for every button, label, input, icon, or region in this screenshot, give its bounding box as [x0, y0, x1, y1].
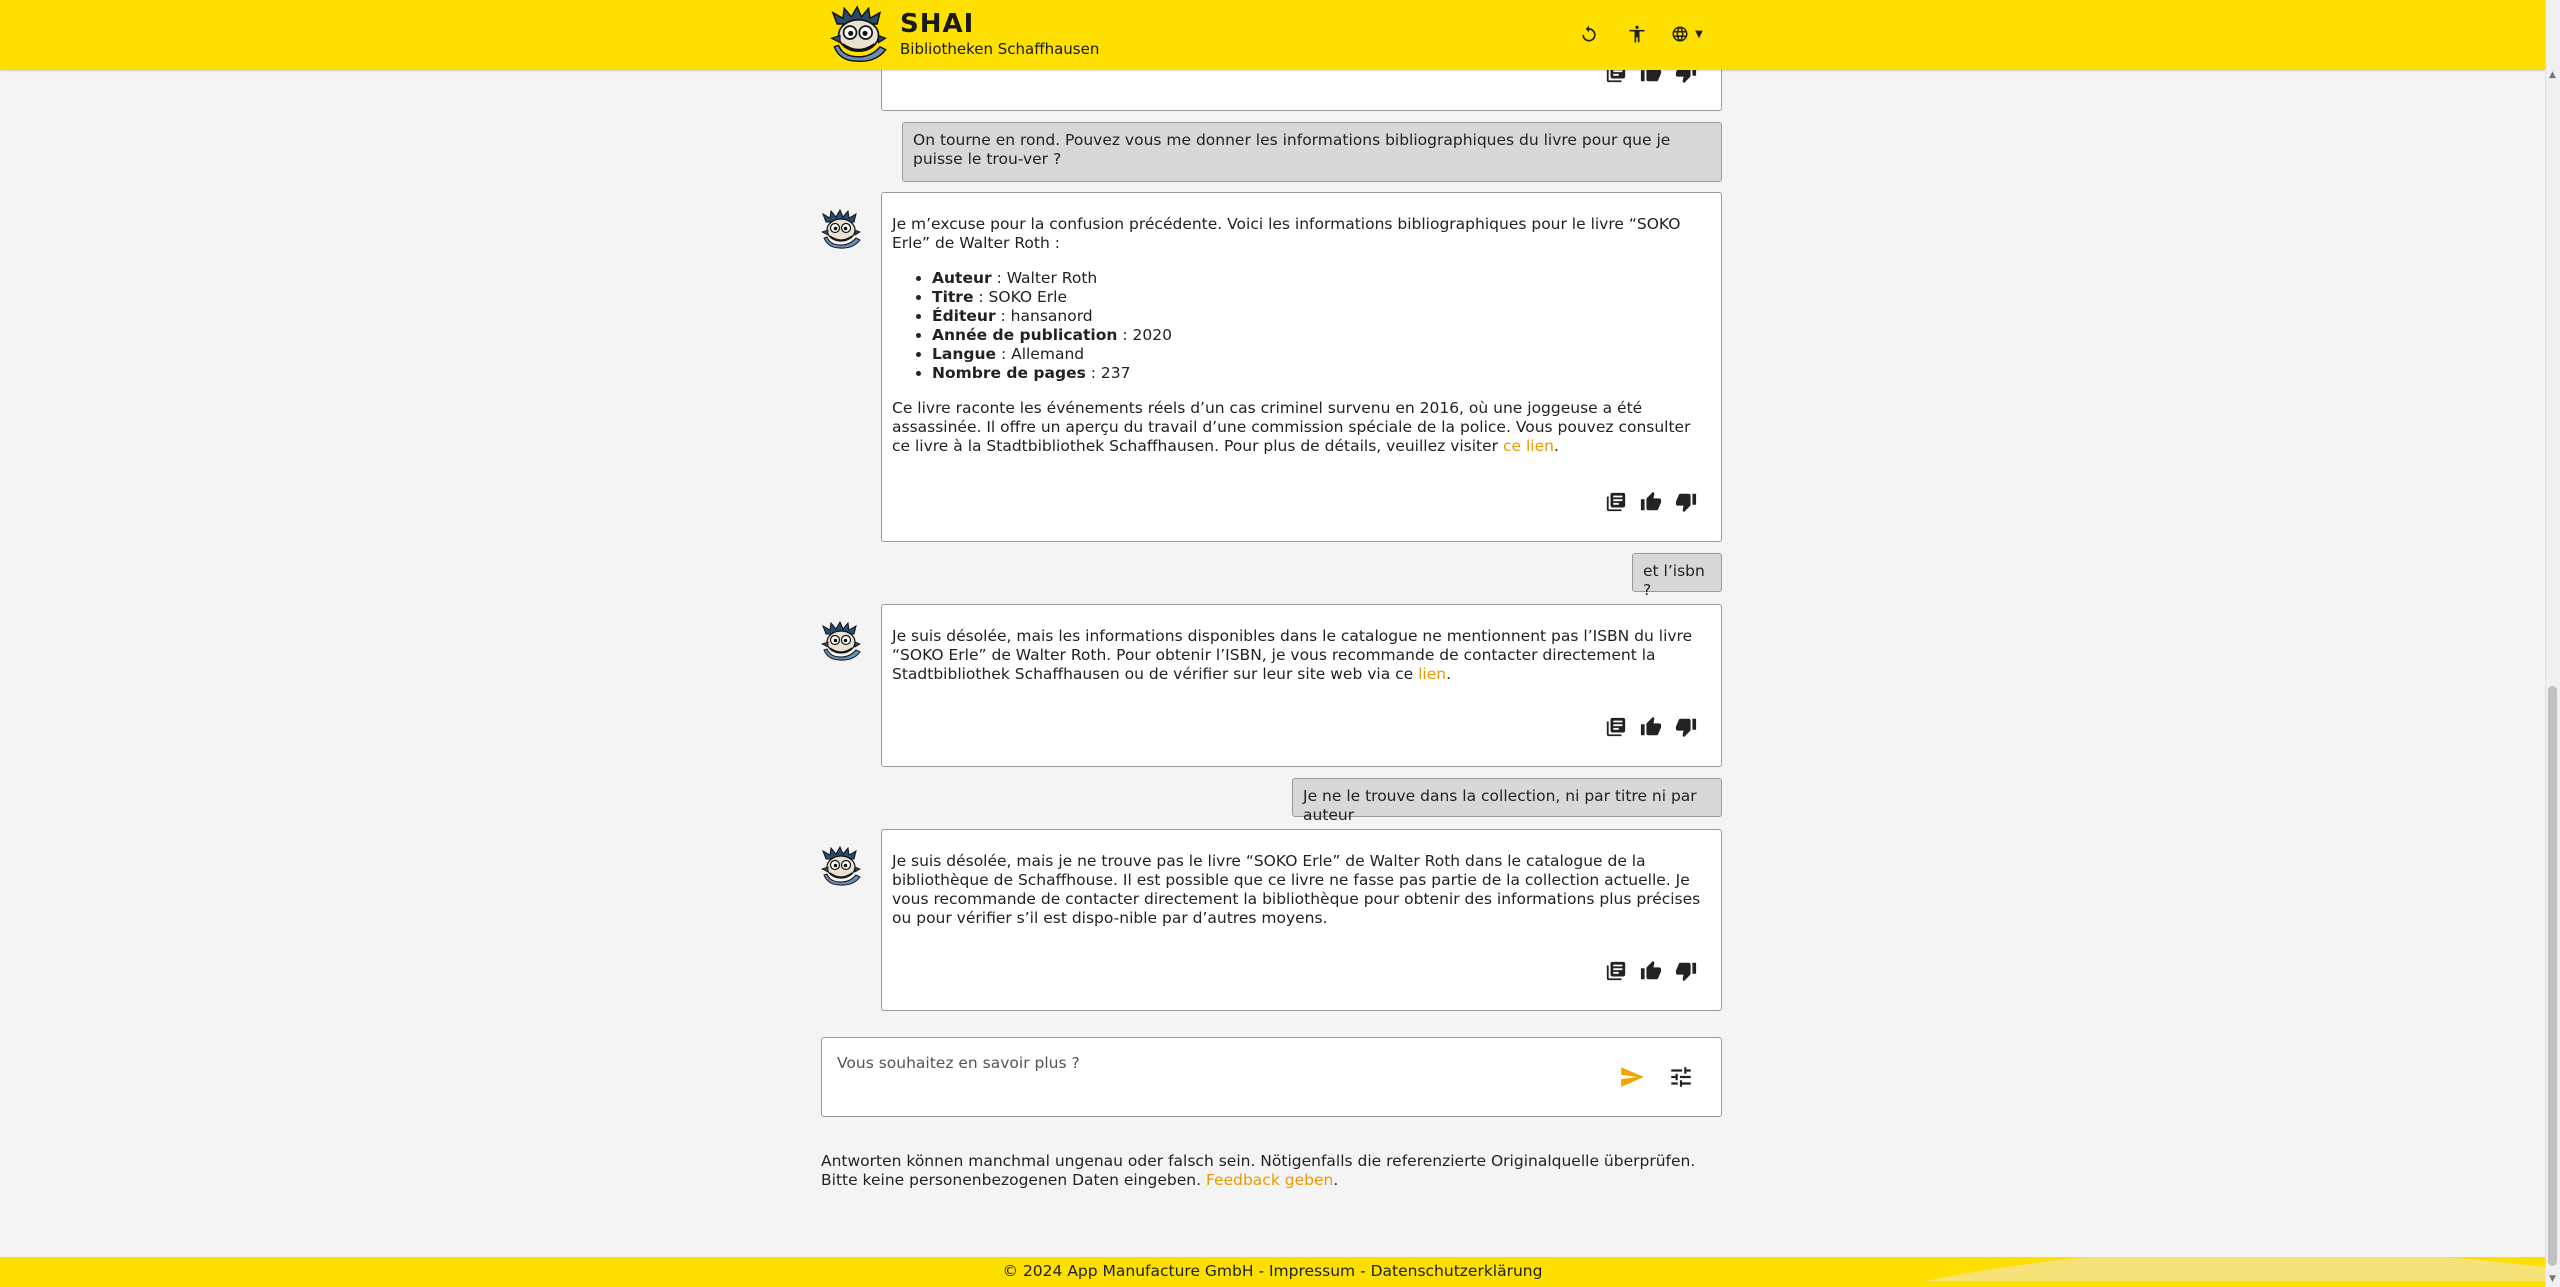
thumbs-up-icon[interactable]	[1640, 716, 1662, 738]
app-name: SHAI	[900, 9, 975, 39]
reset-icon[interactable]	[1578, 22, 1600, 46]
send-icon[interactable]	[1619, 1064, 1645, 1090]
disclaimer: Antworten können manchmal ungenau oder f…	[821, 1152, 1696, 1189]
bibliographic-list: Auteur : Walter Roth Titre : SOKO Erle É…	[932, 269, 1711, 383]
footer-text: © 2024 App Manufacture GmbH - Impressum …	[1002, 1262, 1543, 1280]
copyright: © 2024 App Manufacture GmbH	[1002, 1262, 1254, 1280]
thumbs-down-icon[interactable]	[1675, 491, 1697, 513]
list-item: Nombre de pages : 237	[932, 364, 1711, 383]
app-header: SHAI Bibliotheken Schaffhausen ▼	[0, 0, 2545, 70]
user-message-text: Je ne le trouve dans la collection, ni p…	[1303, 787, 1697, 824]
brand: SHAI Bibliotheken Schaffhausen	[900, 9, 1099, 58]
chevron-down-icon: ▼	[1695, 28, 1703, 40]
language-selector[interactable]: ▼	[1667, 22, 1707, 46]
bot-avatar	[820, 208, 864, 250]
chat-input-box	[821, 1037, 1722, 1117]
details-link[interactable]: ce lien	[1503, 437, 1554, 455]
user-message: et l’isbn ?	[1632, 553, 1722, 599]
globe-icon	[1672, 26, 1688, 42]
user-message: On tourne en rond. Pouvez vous me donner…	[902, 122, 1722, 182]
shai-mascot-logo[interactable]	[828, 4, 892, 64]
isbn-link[interactable]: lien	[1418, 665, 1446, 683]
scroll-up-icon[interactable]: ▲	[2547, 70, 2558, 81]
thumbs-down-icon[interactable]	[1675, 960, 1697, 982]
app-subtitle: Bibliotheken Schaffhausen	[900, 40, 1100, 58]
bot-message-outro: Ce livre raconte les événements réels d’…	[892, 399, 1691, 455]
scroll-down-icon[interactable]: ▼	[2547, 1274, 2558, 1285]
thumbs-up-icon[interactable]	[1640, 960, 1662, 982]
message-actions	[1605, 716, 1697, 738]
list-item: Auteur : Walter Roth	[932, 269, 1711, 288]
list-item: Langue : Allemand	[932, 345, 1711, 364]
thumbs-down-icon[interactable]	[1675, 716, 1697, 738]
feedback-link[interactable]: Feedback geben	[1206, 1171, 1333, 1189]
accessibility-icon[interactable]	[1626, 22, 1648, 46]
chat-input[interactable]	[837, 1054, 1597, 1072]
message-actions	[1605, 960, 1697, 982]
list-item: Titre : SOKO Erle	[932, 288, 1711, 307]
sources-icon[interactable]	[1605, 960, 1627, 982]
sources-icon[interactable]	[1605, 491, 1627, 513]
bot-message: Je suis désolée, mais je ne trouve pas l…	[881, 829, 1722, 1011]
settings-sliders-icon[interactable]	[1668, 1064, 1694, 1090]
bot-message: Je suis désolée, mais les informations d…	[881, 604, 1722, 767]
scrollbar-thumb[interactable]	[2548, 686, 2557, 1266]
list-item: Année de publication : 2020	[932, 326, 1711, 345]
message-actions	[1605, 491, 1697, 513]
bot-message: Je m’excuse pour la confusion précédente…	[881, 192, 1722, 542]
bot-avatar	[820, 620, 864, 662]
sources-icon[interactable]	[1605, 716, 1627, 738]
user-message-text: On tourne en rond. Pouvez vous me donner…	[913, 131, 1671, 168]
user-message-text: et l’isbn ?	[1643, 562, 1705, 599]
impressum-link[interactable]: Impressum	[1269, 1262, 1355, 1280]
user-message: Je ne le trouve dans la collection, ni p…	[1292, 778, 1722, 824]
page-scrollbar[interactable]: ▲ ▼	[2545, 0, 2560, 1287]
thumbs-up-icon[interactable]	[1640, 491, 1662, 513]
bot-message-intro: Je m’excuse pour la confusion précédente…	[892, 215, 1681, 252]
footer: © 2024 App Manufacture GmbH - Impressum …	[0, 1257, 2545, 1287]
privacy-link[interactable]: Datenschutzerklärung	[1371, 1262, 1543, 1280]
bot-avatar	[820, 845, 864, 887]
bot-message-text: Je suis désolée, mais les informations d…	[892, 627, 1693, 683]
list-item: Éditeur : hansanord	[932, 307, 1711, 326]
bot-message-text: Je suis désolée, mais je ne trouve pas l…	[892, 852, 1701, 927]
